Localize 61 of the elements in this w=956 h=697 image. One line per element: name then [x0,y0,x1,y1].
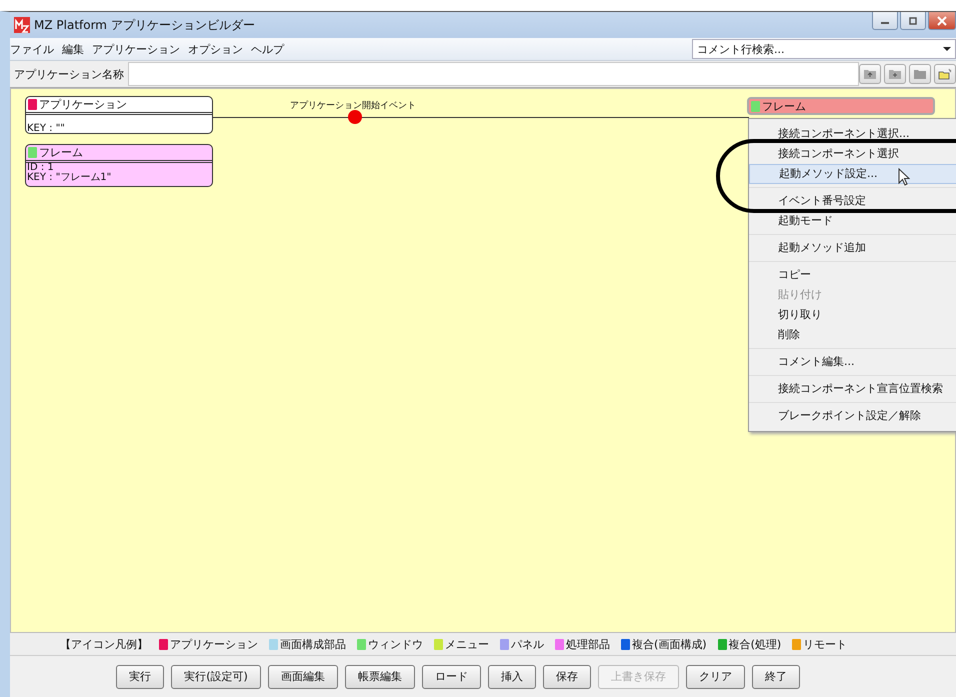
legend-label: メニュー [445,636,489,652]
context-menu-item[interactable]: 切り取り [749,305,956,325]
context-menu-item[interactable]: コピー [749,265,956,285]
menu-item[interactable]: オプション [188,42,243,56]
minimize-button[interactable] [872,12,898,30]
legend-title: 【アイコン凡例】 [60,636,148,652]
context-menu-item[interactable]: 削除 [749,325,956,345]
action-button[interactable]: 帳票編集 [344,664,415,688]
action-button[interactable]: 終了 [752,664,800,688]
action-button[interactable]: 実行(設定可) [171,664,261,688]
target-node[interactable]: フレーム [747,97,935,115]
component-node[interactable]: アプリケーション KEY : "" [25,96,213,134]
close-icon [936,16,948,26]
legend-label: 画面構成部品 [280,636,346,652]
folder-icon[interactable] [909,64,931,84]
action-button[interactable]: 画面編集 [268,664,338,688]
window-title: MZ Platform アプリケーションビルダー [34,16,255,34]
legend-label: アプリケーション [170,636,258,652]
caret-icon [943,46,951,52]
app-logo-icon [14,17,30,33]
event-label: アプリケーション開始イベント [290,99,416,112]
legend-label: 処理部品 [566,636,610,652]
context-menu-item[interactable]: 起動モード [749,211,956,231]
node-property: KEY : "フレーム1" [27,173,112,183]
maximize-icon [907,16,919,24]
legend-label: リモート [803,636,848,652]
action-button[interactable]: クリア [686,664,745,688]
action-button[interactable]: ロード [422,664,481,688]
context-menu-item[interactable]: 接続コンポーネント選択... [749,124,956,144]
context-menu-item[interactable]: イベント番号設定 [749,191,956,211]
legend-label: ウィンドウ [368,636,423,652]
menu-item[interactable]: アプリケーション [92,42,180,56]
context-menu-item[interactable]: ブレークポイント設定／解除 [749,406,956,426]
legend-label: パネル [511,636,544,652]
event-point-icon[interactable] [348,110,362,124]
action-button[interactable]: 保存 [542,664,591,688]
action-button[interactable]: 挿入 [488,664,536,688]
context-menu-item[interactable]: 接続コンポーネント宣言位置検索 [749,379,956,399]
action-button[interactable]: 実行 [116,664,164,688]
mouse-cursor-icon [898,168,910,186]
legend-label: 複合(処理) [728,636,782,652]
new-folder-icon[interactable] [934,64,956,84]
node-title: フレーム [39,145,83,160]
legend-label: 複合(画面構成) [632,636,707,652]
component-node[interactable]: フレーム ID : 1 KEY : "フレーム1" [25,144,213,187]
menu-item[interactable]: 編集 [62,42,84,56]
context-menu-item[interactable]: 起動メソッド追加 [749,238,956,258]
close-button[interactable] [928,12,956,30]
maximize-button[interactable] [900,12,926,30]
context-menu-item[interactable]: コメント編集... [749,352,956,372]
node-title: アプリケーション [39,97,127,112]
context-menu-item[interactable]: 起動メソッド設定... [749,164,956,184]
folder-up-icon[interactable] [859,64,881,84]
node-property: KEY : "" [27,124,66,134]
menu-item[interactable]: ファイル [10,42,54,56]
node-property: ID : 1 [27,163,55,173]
context-menu-item[interactable]: 接続コンポーネント選択 [749,144,956,164]
menu-item[interactable]: ヘルプ [251,42,284,56]
app-name-field[interactable] [128,62,859,86]
comment-search-dropdown[interactable]: コメント行検索... [692,39,956,59]
node-title: フレーム [762,98,806,114]
